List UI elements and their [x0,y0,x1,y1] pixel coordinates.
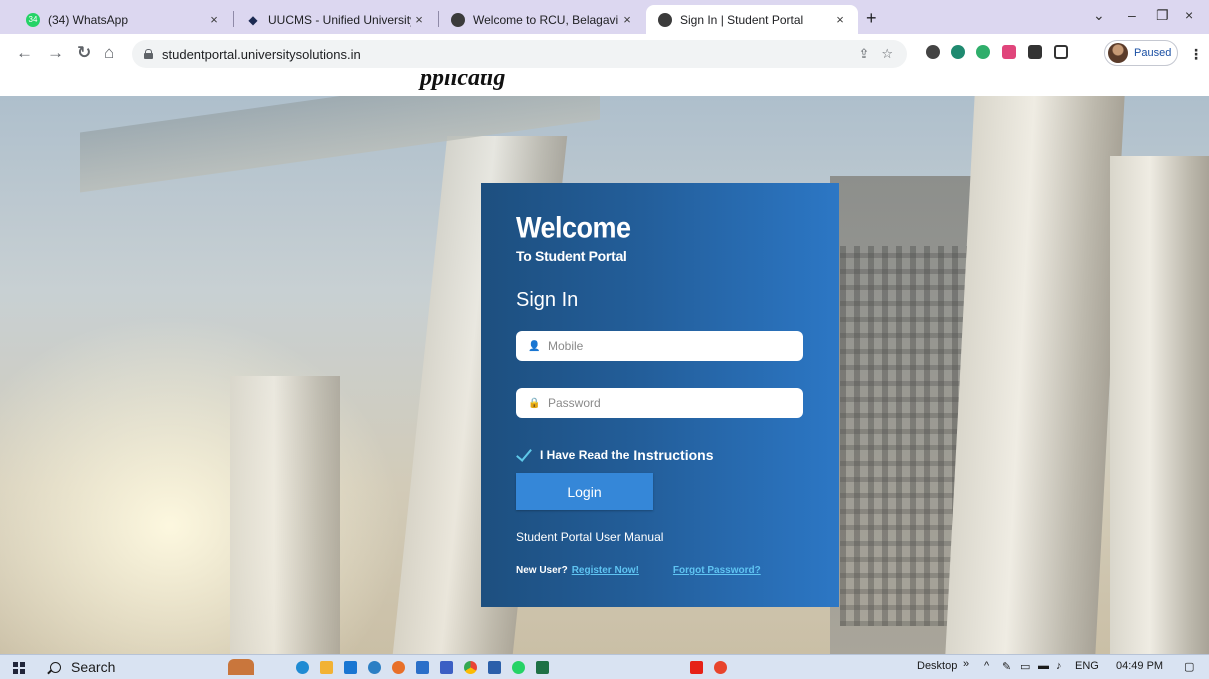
welcome-subtitle: To Student Portal [516,248,627,264]
more-menu-icon[interactable]: ⋮ [1189,46,1203,63]
close-tab-icon[interactable]: × [411,12,427,27]
whatsapp-icon[interactable] [512,661,525,674]
whatsapp-icon: 34 [26,12,40,27]
url-text: studentportal.universitysolutions.in [162,46,361,62]
globe-icon [658,12,672,27]
login-card: Welcome To Student Portal Sign In 👤 🔒 I … [481,183,839,607]
pen-icon[interactable]: ✎ [1002,660,1011,673]
windows-taskbar: Search Desktop » ^ ✎ ▭ ▬ ♪ ENG 04:49 PM … [0,654,1209,679]
tab-uucms[interactable]: ◆ UUCMS - Unified University Colle × [234,5,437,34]
checkmark-icon[interactable] [516,448,536,462]
taskbar-search[interactable]: Search [50,659,115,675]
globe-icon [451,12,465,27]
login-button[interactable]: Login [516,473,653,510]
profile-button[interactable]: Paused [1104,40,1178,66]
new-tab-button[interactable]: + [866,9,877,27]
store-icon[interactable] [416,661,429,674]
share-icon[interactable]: ⇪ [858,46,869,62]
extension-icon[interactable] [951,45,965,59]
volume-icon[interactable]: ♪ [1056,660,1062,672]
tab-search-icon[interactable]: ⌄ [1093,7,1105,24]
browser-toolbar: ← → ↻ ⌂ studentportal.universitysolution… [0,34,1209,74]
mobile-input[interactable] [548,339,788,353]
search-icon [50,661,61,673]
tab-title: Welcome to RCU, Belagavi [473,12,619,27]
background-pillar [1110,156,1209,654]
desktop-toolbar-label[interactable]: Desktop [917,660,957,672]
mail-icon[interactable] [344,661,357,674]
account-links: New User? Register Now! Forgot Password? [516,565,761,576]
extension-icon[interactable] [1002,45,1016,59]
firefox-icon[interactable] [392,661,405,674]
sign-in-heading: Sign In [516,289,579,311]
edge-icon[interactable] [296,661,309,674]
youtube-icon[interactable] [690,661,703,674]
address-bar[interactable]: studentportal.universitysolutions.in ⇪ ☆ [132,40,907,68]
close-window-icon[interactable]: × [1185,7,1193,23]
tab-title: (34) WhatsApp [48,12,129,27]
new-user-label: New User? [516,565,568,576]
reload-icon[interactable]: ↻ [77,43,91,63]
close-tab-icon[interactable]: × [832,12,848,27]
extension-icon[interactable] [926,45,940,59]
user-manual-link[interactable]: Student Portal User Manual [516,530,663,544]
windows-start-icon[interactable] [13,662,25,674]
tab-rcu[interactable]: Welcome to RCU, Belagavi × [439,5,645,34]
home-icon[interactable]: ⌂ [104,43,114,63]
back-icon[interactable]: ← [16,43,33,63]
app-icon[interactable] [368,661,381,674]
minimize-icon[interactable]: – [1128,7,1136,23]
background-pillar [230,376,340,654]
notifications-icon[interactable]: ▢ [1184,660,1194,673]
battery-icon[interactable]: ▬ [1038,660,1049,672]
side-panel-icon[interactable] [1054,45,1068,59]
extension-icon[interactable] [976,45,990,59]
background-pillar [945,96,1125,654]
tab-whatsapp[interactable]: 34 (34) WhatsApp × [14,5,232,34]
chrome-icon[interactable] [464,661,477,674]
bookmark-star-icon[interactable]: ☆ [881,46,893,62]
close-tab-icon[interactable]: × [206,12,222,27]
puzzle-icon[interactable] [1028,45,1042,59]
avatar [1108,43,1128,63]
page-header-strip: pplicatig [0,74,1209,96]
page-caption: pplicatig [420,74,506,91]
language-indicator[interactable]: ENG [1075,660,1099,672]
portal-background: Welcome To Student Portal Sign In 👤 🔒 I … [0,96,1209,654]
lock-icon: 🔒 [528,397,541,409]
tab-title: UUCMS - Unified University Colle [268,12,411,27]
tray-chevron-icon[interactable]: ^ [984,660,989,672]
lock-icon [144,49,153,59]
tab-title: Sign In | Student Portal [680,12,804,27]
restore-icon[interactable]: ❐ [1156,7,1169,24]
welcome-title: Welcome [516,211,631,245]
excel-icon[interactable] [536,661,549,674]
instructions-label: I Have Read the [540,448,630,462]
instructions-checkbox[interactable]: I Have Read the Instructions [516,447,714,463]
password-input[interactable] [548,396,788,410]
profile-status: Paused [1134,47,1172,59]
widget-icon[interactable] [228,659,254,675]
toolbar-expand-icon[interactable]: » [963,658,969,670]
forgot-password-link[interactable]: Forgot Password? [673,565,761,576]
close-tab-icon[interactable]: × [619,12,635,27]
register-link[interactable]: Register Now! [572,565,639,576]
clock[interactable]: 04:49 PM [1116,660,1163,672]
user-icon: 👤 [528,340,541,352]
file-explorer-icon[interactable] [320,661,333,674]
password-field[interactable]: 🔒 [516,388,803,418]
word-icon[interactable] [488,661,501,674]
opera-icon[interactable] [714,661,727,674]
mobile-field[interactable]: 👤 [516,331,803,361]
app-icon[interactable] [440,661,453,674]
forward-icon[interactable]: → [47,43,64,63]
browser-tab-strip: 34 (34) WhatsApp × ◆ UUCMS - Unified Uni… [0,0,1209,34]
taskbar-search-label: Search [71,659,116,675]
instructions-link[interactable]: Instructions [633,447,713,463]
tab-student-portal[interactable]: Sign In | Student Portal × [646,5,858,34]
graduation-cap-icon: ◆ [248,12,258,27]
network-icon[interactable]: ▭ [1020,660,1030,673]
